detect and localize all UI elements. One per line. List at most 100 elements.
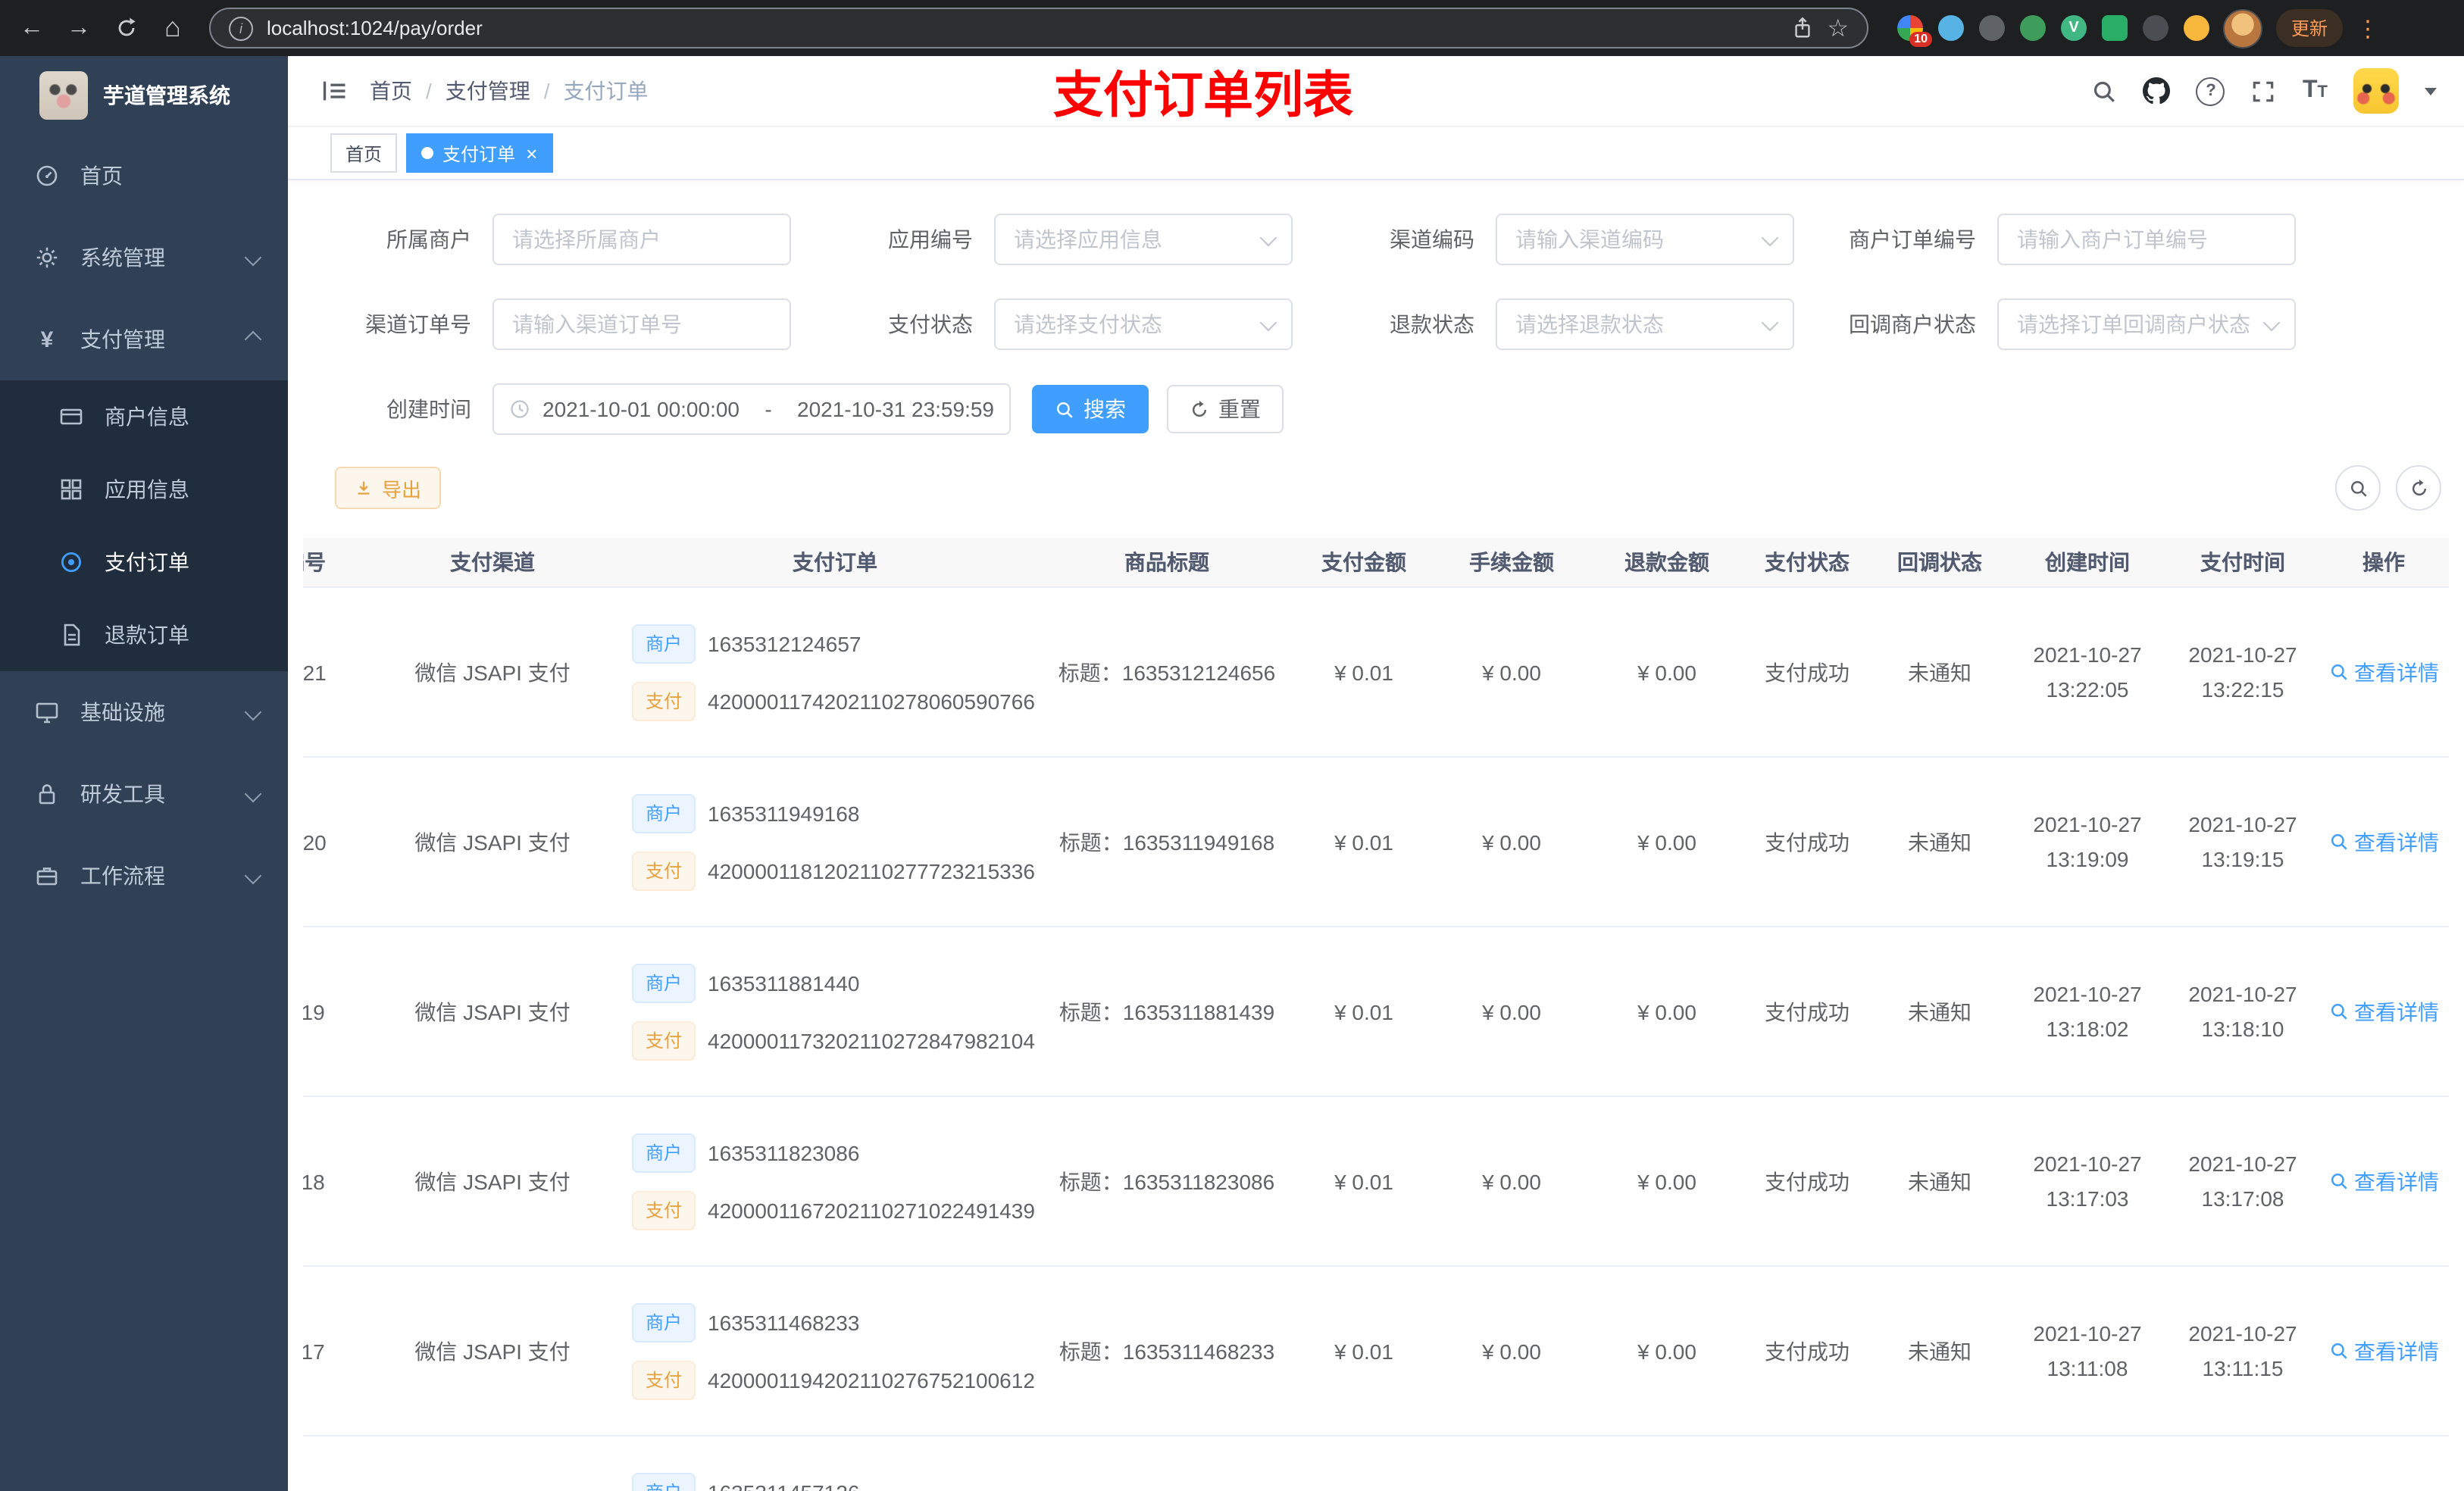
grid-icon [58, 477, 85, 502]
callback-status-label: 回调商户状态 [1849, 312, 1976, 336]
sidebar-item-app-info[interactable]: 应用信息 [0, 453, 288, 526]
date-range-picker[interactable]: 2021-10-01 00:00:00 - 2021-10-31 23:59:5… [492, 383, 1011, 435]
browser-forward-button[interactable]: → [62, 11, 95, 45]
date-separator: - [765, 397, 772, 421]
browser-home-button[interactable]: ⌂ [156, 11, 189, 45]
extension-icon-chat[interactable] [2102, 15, 2128, 41]
breadcrumb: 首页 / 支付管理 / 支付订单 [370, 76, 649, 106]
pay-amount: ¥ 0.01 [1334, 660, 1393, 684]
breadcrumb-current: 支付订单 [563, 79, 649, 103]
sidebar: 芋道管理系统 首页 系统管理 ¥ 支付管理 商户信息 应用信息 支付订单 退款订… [0, 56, 288, 1491]
header-order: 支付订单 [793, 550, 877, 574]
extension-icon-vue[interactable]: V [2061, 15, 2087, 41]
bookmark-star-icon[interactable]: ☆ [1827, 13, 1849, 43]
chevron-down-icon [244, 703, 262, 721]
pay-status-label: 支付状态 [888, 312, 973, 336]
sidebar-item-home[interactable]: 首页 [0, 135, 288, 217]
sidebar-item-payment[interactable]: ¥ 支付管理 [0, 299, 288, 380]
paid-time: 13:11:15 [2202, 1355, 2284, 1380]
fullscreen-icon[interactable] [2251, 78, 2277, 104]
breadcrumb-payment[interactable]: 支付管理 [446, 76, 530, 106]
sidebar-fold-icon[interactable] [321, 77, 349, 105]
extension-icon-face[interactable] [2184, 15, 2209, 41]
header-title: 商品标题 [1124, 550, 1209, 574]
sidebar-item-devtools[interactable]: 研发工具 [0, 753, 288, 835]
search-icon[interactable] [2092, 78, 2118, 104]
channel-order-input[interactable] [492, 299, 791, 350]
sidebar-item-infra[interactable]: 基础设施 [0, 671, 288, 753]
sidebar-item-system[interactable]: 系统管理 [0, 217, 288, 299]
refresh-table-button[interactable] [2396, 465, 2441, 511]
merchant-input[interactable] [492, 214, 791, 265]
active-dot [421, 147, 434, 159]
merchant-order-label: 商户订单编号 [1849, 227, 1976, 252]
address-bar[interactable]: i localhost:1024/pay/order ☆ [209, 8, 1868, 48]
view-detail-link[interactable]: 查看详情 [2328, 827, 2439, 857]
reset-button[interactable]: 重置 [1167, 385, 1284, 433]
sidebar-item-merchant-info[interactable]: 商户信息 [0, 380, 288, 453]
merchant-tag: 商户 [632, 1302, 696, 1342]
share-icon[interactable] [1790, 17, 1813, 39]
notify-status: 未通知 [1908, 1169, 1972, 1193]
callback-status-select[interactable] [1997, 299, 2296, 350]
extension-icon-green[interactable] [2020, 15, 2046, 41]
pay-status-select[interactable] [994, 299, 1293, 350]
extension-icon-drop[interactable] [1938, 15, 1964, 41]
view-detail-link[interactable]: 查看详情 [2328, 657, 2439, 687]
font-size-icon[interactable]: TT [2303, 77, 2328, 105]
refund-status-label: 退款状态 [1390, 312, 1474, 336]
logo: 芋道管理系统 [0, 56, 288, 135]
channel-code-select[interactable] [1496, 214, 1794, 265]
search-button[interactable]: 搜索 [1032, 385, 1149, 433]
table-row: 119 微信 JSAPI 支付 商户 1635311881440 支付 420000… [303, 927, 2449, 1097]
extension-icon-colorful[interactable]: 10 [1897, 15, 1932, 47]
goods-title: 标题：1635311949168 [1058, 830, 1275, 854]
avatar-dropdown-caret[interactable] [2425, 87, 2437, 95]
browser-back-button[interactable]: ← [15, 11, 48, 45]
pay-order-no: 4200001173202110272847982104 [708, 1028, 1035, 1052]
extensions-area: 10 V [1897, 15, 2209, 47]
merchant-order-input[interactable] [1997, 214, 2296, 265]
logo-image [39, 71, 88, 120]
header-amount: 支付金额 [1321, 550, 1406, 574]
created-time: 13:11:08 [2047, 1355, 2128, 1380]
magnifier-icon [2328, 662, 2348, 682]
view-detail-link[interactable]: 查看详情 [2328, 1166, 2439, 1196]
github-icon[interactable] [2143, 77, 2171, 105]
site-info-icon[interactable]: i [229, 16, 253, 40]
tag-home[interactable]: 首页 [330, 133, 398, 173]
refund-status-select[interactable] [1496, 299, 1794, 350]
export-button[interactable]: 导出 [335, 467, 442, 509]
user-avatar[interactable] [2353, 68, 2399, 114]
view-detail-link[interactable]: 查看详情 [2328, 996, 2439, 1027]
close-icon[interactable]: × [526, 143, 537, 163]
browser-update-button[interactable]: 更新 [2276, 9, 2344, 47]
app-id-select[interactable] [994, 214, 1293, 265]
channel-order-label: 渠道订单号 [365, 312, 471, 336]
magnifier-icon [2328, 832, 2348, 852]
extension-icon-gray[interactable] [1979, 15, 2005, 41]
merchant-tag: 商户 [632, 624, 696, 663]
sidebar-item-pay-order[interactable]: 支付订单 [0, 526, 288, 599]
created-time: 13:22:05 [2046, 677, 2129, 701]
extension-icon-pin[interactable] [2143, 15, 2169, 41]
browser-profile-avatar[interactable] [2223, 8, 2262, 48]
breadcrumb-home[interactable]: 首页 [370, 76, 412, 106]
table-row: 118 微信 JSAPI 支付 商户 1635311823086 支付 420000… [303, 1097, 2449, 1267]
sidebar-item-workflow[interactable]: 工作流程 [0, 835, 288, 917]
sidebar-item-refund-order[interactable]: 退款订单 [0, 599, 288, 671]
paid-date: 2021-10-27 [2188, 811, 2297, 836]
header-id: 编号 [303, 550, 326, 574]
browser-menu-icon[interactable]: ⋮ [2356, 14, 2379, 42]
pay-amount [1296, 1436, 1432, 1491]
created-date: 2021-10-27 [2033, 811, 2142, 836]
toggle-search-button[interactable] [2335, 465, 2381, 511]
refund-amount: ¥ 0.00 [1637, 830, 1696, 854]
fee-amount: ¥ 0.00 [1482, 830, 1541, 854]
help-icon[interactable]: ? [2196, 77, 2225, 105]
browser-reload-button[interactable] [109, 11, 142, 45]
view-detail-link[interactable]: 查看详情 [2328, 1336, 2439, 1366]
paid-time: 13:19:15 [2201, 846, 2284, 871]
tag-pay-order[interactable]: 支付订单 × [406, 133, 553, 173]
briefcase-icon [33, 864, 61, 888]
